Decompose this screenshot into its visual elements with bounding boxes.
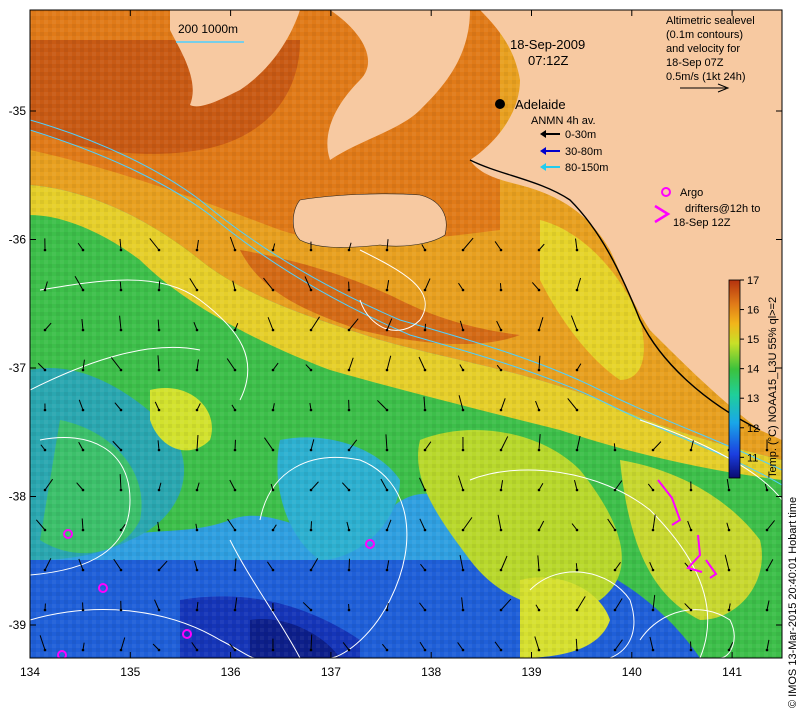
x-tick-label: 141 (722, 665, 742, 679)
colorbar-tick-label: 12 (747, 423, 759, 435)
x-tick-label: 135 (120, 665, 140, 679)
drifters-label-2: 18-Sep 12Z (673, 217, 731, 229)
x-tick-label: 140 (622, 665, 642, 679)
x-tick-label: 138 (421, 665, 441, 679)
anmn-title: ANMN 4h av. (531, 115, 596, 127)
x-tick-label: 139 (521, 665, 541, 679)
svg-text:0-30m: 0-30m (565, 129, 596, 141)
svg-text:and velocity for: and velocity for (666, 43, 740, 55)
sst-map: 200 1000m 18-Sep-2009 07:12Z Adelaide Al… (9, 9, 799, 708)
x-tick-label: 137 (321, 665, 341, 679)
y-tick-label: -39 (9, 618, 27, 632)
map-date: 18-Sep-2009 (510, 37, 585, 52)
colorbar-tick-label: 11 (747, 452, 758, 464)
argo-label: Argo (680, 187, 703, 199)
map-time: 07:12Z (528, 53, 569, 68)
svg-text:(0.1m contours): (0.1m contours) (666, 29, 743, 41)
credit-text: © IMOS 13-Mar-2015 20:40:01 Hobart time (787, 497, 799, 708)
colorbar (728, 279, 741, 479)
x-tick-label: 134 (20, 665, 40, 679)
svg-text:30-80m: 30-80m (565, 146, 602, 158)
y-tick-label: -36 (9, 233, 27, 247)
svg-text:Altimetric sealevel: Altimetric sealevel (666, 15, 755, 27)
colorbar-label: Temp. (°C) NOAA15_L3U 55% ql>=2 (767, 297, 779, 478)
svg-text:0.5m/s (1kt 24h): 0.5m/s (1kt 24h) (666, 71, 745, 83)
colorbar-tick-label: 17 (747, 275, 759, 287)
adelaide-marker (495, 99, 505, 109)
colorbar-tick-label: 14 (747, 364, 759, 376)
colorbar-tick-label: 16 (747, 305, 759, 317)
colorbar-tick-label: 15 (747, 334, 759, 346)
sst-field (30, 10, 782, 658)
land-kangaroo-island (292, 193, 447, 248)
y-tick-label: -38 (9, 490, 27, 504)
colorbar-tick-label: 13 (747, 393, 759, 405)
y-tick-label: -35 (9, 104, 27, 118)
scale-legend: 200 1000m (178, 22, 238, 36)
svg-text:80-150m: 80-150m (565, 162, 608, 174)
svg-text:18-Sep 07Z: 18-Sep 07Z (666, 57, 724, 69)
y-tick-label: -37 (9, 361, 27, 375)
x-tick-label: 136 (221, 665, 241, 679)
drifters-label-1: drifters@12h to (685, 203, 760, 215)
city-label: Adelaide (515, 97, 566, 112)
